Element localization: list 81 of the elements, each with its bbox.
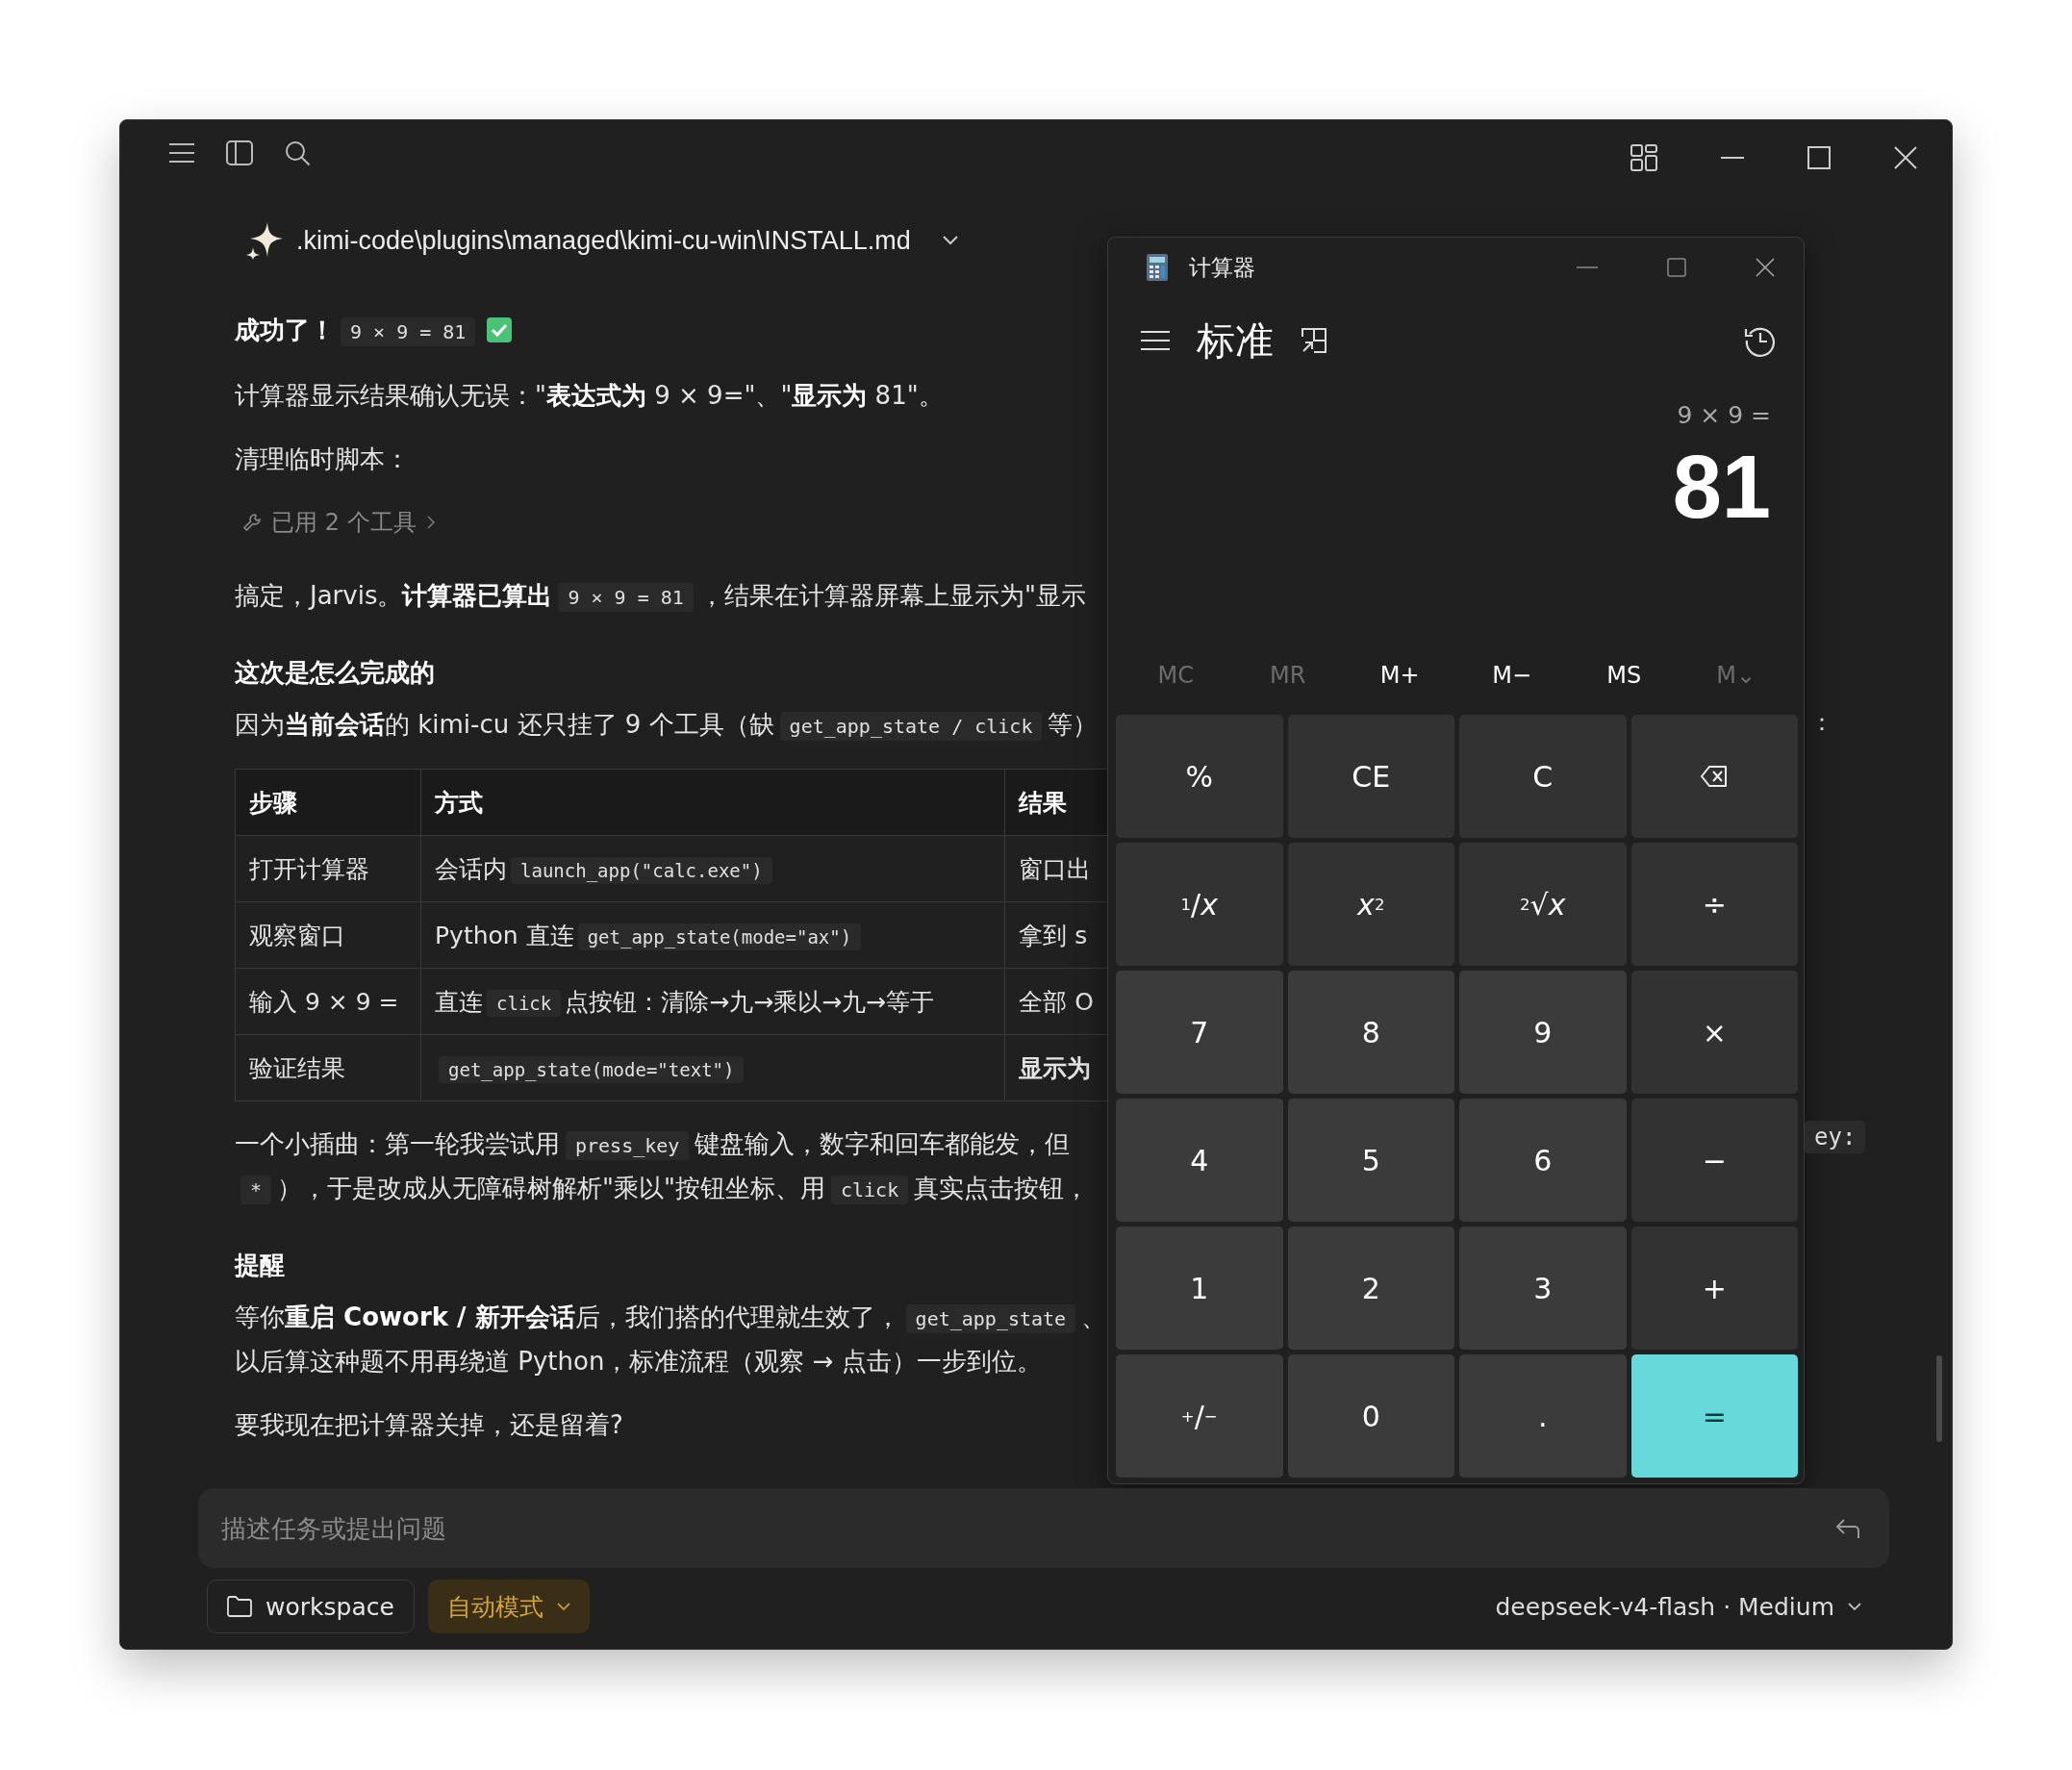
file-path-title[interactable]: .kimi-code\plugins\managed\kimi-cu-win\INSTALL.md: [296, 225, 911, 256]
message-text: 搞定，Jarvis。计算器已算出 9 × 9 = 81 ，结果在计算器屏幕上显示为"显示: [235, 580, 1087, 614]
table-cell: 直连 click 点按钮：清除→九→乘以→九→等于: [420, 968, 1005, 1035]
chevron-down-icon: [556, 1602, 570, 1611]
calculator-key[interactable]: 2: [1287, 1226, 1454, 1350]
calculator-key[interactable]: 3: [1459, 1226, 1627, 1350]
calculator-key[interactable]: −: [1630, 1099, 1798, 1222]
calculator-key[interactable]: CE: [1287, 715, 1454, 838]
calculator-key[interactable]: 9: [1459, 971, 1627, 1094]
memory-button[interactable]: M+: [1344, 652, 1456, 698]
message-text: 一个小插曲：第一轮我尝试用 press_key 键盘输入，数字和回车都能发，但: [235, 1128, 1072, 1162]
scrollbar[interactable]: [1936, 1355, 1942, 1442]
message-input[interactable]: 描述任务或提出问题: [198, 1488, 1889, 1568]
table-cell: Python 直连 get_app_state(mode="ax"): [420, 901, 1005, 969]
mode-dropdown[interactable]: 自动模式: [427, 1580, 590, 1633]
calculator-key[interactable]: =: [1630, 1354, 1798, 1478]
chevron-down-icon[interactable]: [941, 235, 959, 246]
calculator-key[interactable]: 8: [1287, 971, 1454, 1094]
check-icon: [487, 317, 513, 342]
table-header: 步骤: [235, 769, 421, 836]
section-heading: 这次是怎么完成的: [235, 657, 436, 689]
calculator-key[interactable]: $^{1}$/x: [1116, 843, 1283, 966]
calculator-key[interactable]: 7: [1116, 971, 1283, 1094]
search-icon[interactable]: [284, 139, 311, 166]
table-header: 结果: [1004, 769, 1107, 836]
mode-title: 标准: [1197, 316, 1274, 365]
calculator-key[interactable]: $^{2}$√x: [1459, 843, 1627, 966]
message-text: 以后算这种题不用再绕道 Python，标准流程（观察 → 点击）一步到位。: [235, 1346, 1043, 1378]
memory-button[interactable]: M−: [1455, 652, 1568, 698]
maximize-icon[interactable]: [1807, 146, 1831, 169]
wrench-icon: [242, 513, 262, 532]
calculator-key[interactable]: ×: [1630, 971, 1798, 1094]
minimize-icon[interactable]: [1721, 156, 1744, 160]
calculator-key[interactable]: .: [1459, 1354, 1627, 1478]
chevron-right-icon[interactable]: [425, 515, 436, 530]
message-text: 等你重启 Cowork / 新开会话后，我们搭的代理就生效了， get_app_state 、: [235, 1302, 1107, 1335]
message-text: ：: [1810, 708, 1833, 738]
menu-icon[interactable]: [168, 142, 195, 164]
calculator-key[interactable]: 0: [1287, 1354, 1454, 1478]
close-icon[interactable]: [1894, 146, 1917, 169]
message-text: * ），于是改成从无障碍树解析"乘以"按钮坐标、用 click 真实点击按钮，: [235, 1167, 1107, 1211]
message-text: 计算器显示结果确认无误："表达式为 9 × 9="、"显示为 81"。: [235, 380, 945, 412]
chevron-down-icon: [1848, 1602, 1861, 1611]
table-cell: 验证结果: [235, 1034, 421, 1101]
calculator-key[interactable]: ÷: [1630, 843, 1798, 966]
table-header: 方式: [420, 769, 1005, 836]
backspace-icon: [1701, 766, 1729, 787]
send-icon[interactable]: [1835, 1517, 1860, 1540]
table-cell: 打开计算器: [235, 835, 421, 902]
code-text: ey:: [1805, 1121, 1866, 1153]
table-cell: 输入 9 × 9 =: [235, 968, 421, 1035]
calculator-key[interactable]: 6: [1459, 1099, 1627, 1222]
calculator-key[interactable]: 4: [1116, 1099, 1283, 1222]
message-text: 因为当前会话的 kimi-cu 还只挂了 9 个工具（缺 get_app_state / click 等）: [235, 709, 1099, 743]
message-text: 要我现在把计算器关掉，还是留着?: [235, 1409, 624, 1441]
calculator-key[interactable]: 1: [1116, 1226, 1283, 1350]
calculator-key[interactable]: C: [1459, 715, 1627, 838]
close-icon[interactable]: [1756, 258, 1775, 277]
folder-icon: [227, 1596, 252, 1617]
result-display: 81: [1672, 437, 1771, 538]
section-heading: 提醒: [235, 1250, 286, 1281]
workspace-button[interactable]: workspace: [207, 1580, 415, 1633]
window-title: 计算器: [1189, 253, 1255, 282]
table-cell: 会话内 launch_app("calc.exe"): [420, 835, 1005, 902]
expression-text: 9 × 9 =: [1677, 401, 1771, 429]
model-selector[interactable]: deepseek-v4-flash · Medium: [1489, 1591, 1867, 1622]
keep-on-top-icon[interactable]: [1301, 327, 1327, 354]
table-cell: 观察窗口: [235, 901, 421, 969]
message-text: 成功了！ 9 × 9 = 81: [235, 309, 1107, 353]
tool-usage-toggle[interactable]: 已用 2 个工具: [271, 507, 417, 538]
message-text: 清理临时脚本：: [235, 443, 411, 475]
calculator-key[interactable]: %: [1116, 715, 1283, 838]
calculator-key[interactable]: 5: [1287, 1099, 1454, 1222]
memory-button[interactable]: MS: [1568, 652, 1680, 698]
sidebar-icon[interactable]: [226, 140, 253, 165]
calculator-icon: [1147, 254, 1168, 281]
layout-icon[interactable]: [1630, 144, 1657, 171]
table-cell: get_app_state(mode="text"): [420, 1034, 1005, 1101]
menu-icon[interactable]: [1141, 330, 1170, 351]
calculator-key[interactable]: x$^{2}$: [1287, 843, 1454, 966]
calculator-key[interactable]: +: [1630, 1226, 1798, 1350]
